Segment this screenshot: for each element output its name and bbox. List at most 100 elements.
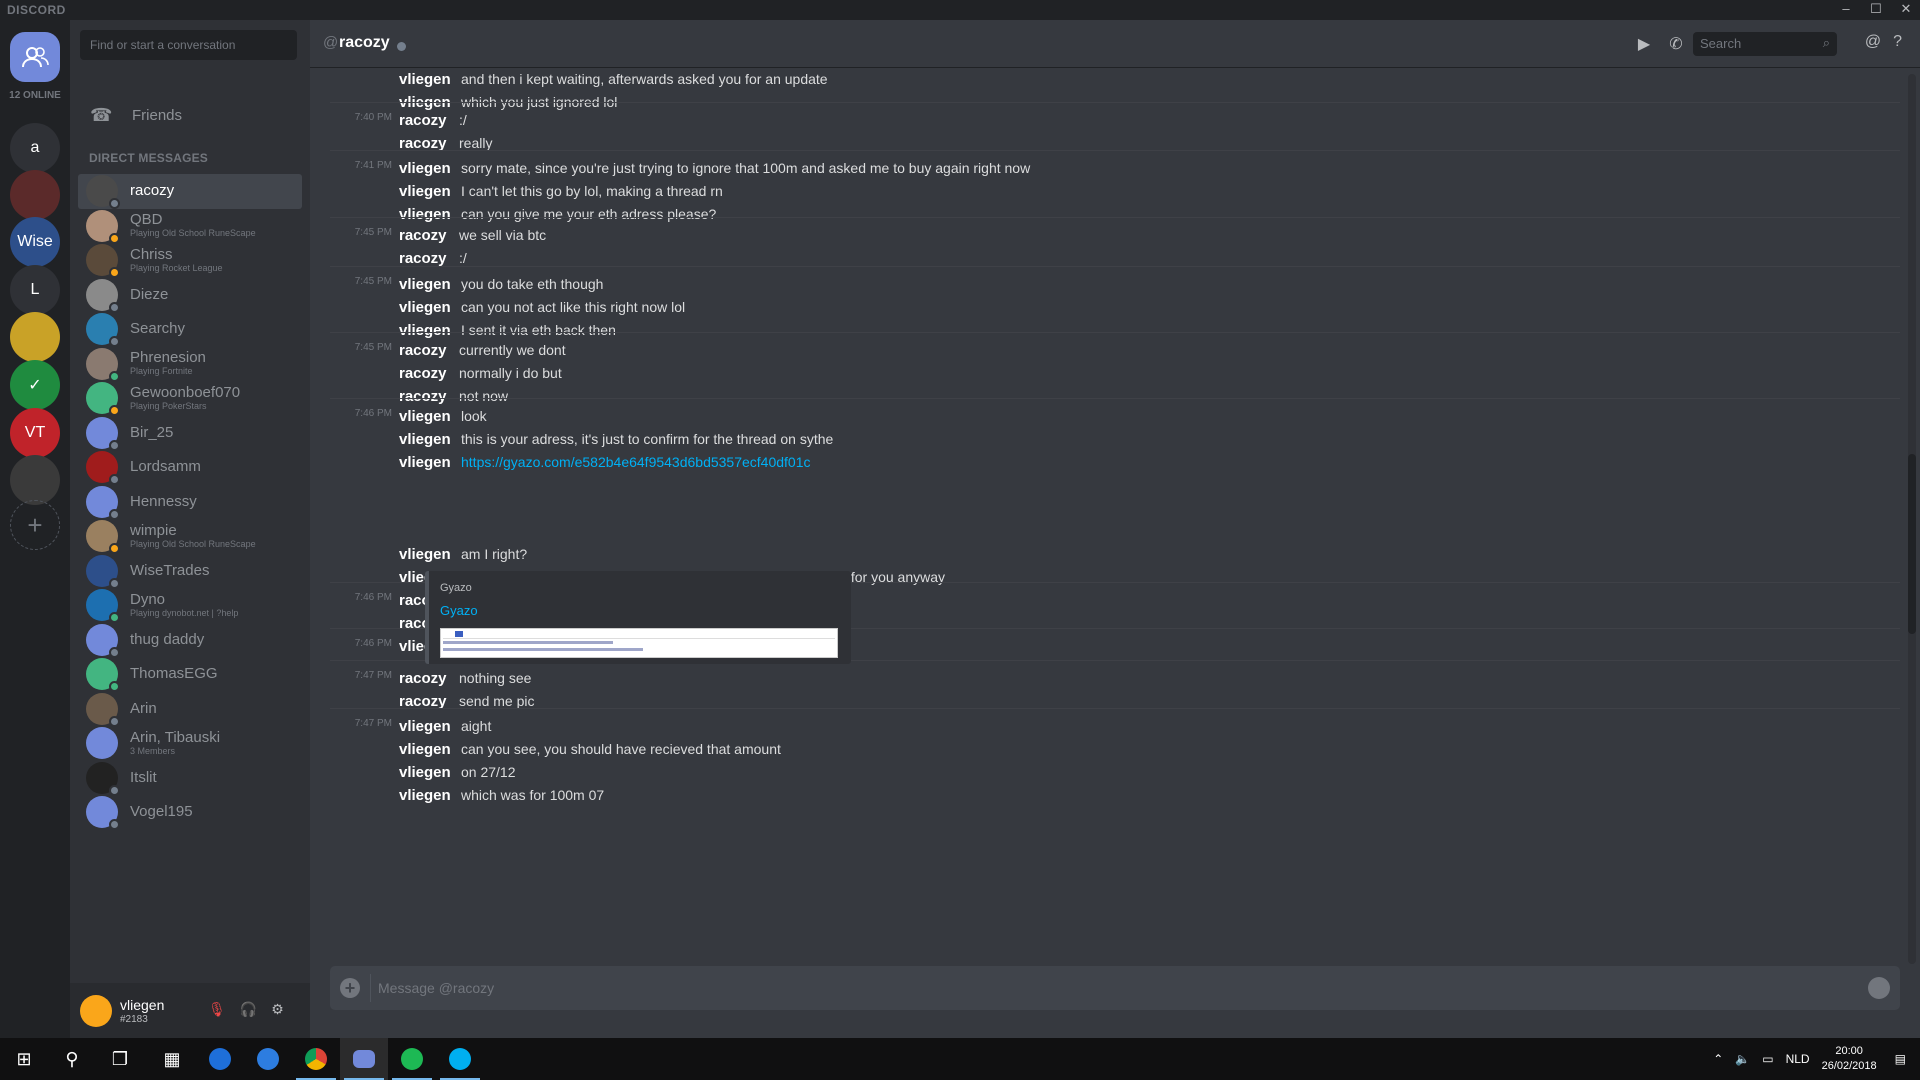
- message-text: you do take eth though: [461, 276, 604, 292]
- dm-name: QBD: [130, 211, 163, 229]
- clock[interactable]: 20:00 26/02/2018: [1822, 1044, 1877, 1074]
- voice-call-icon[interactable]: ✆: [1666, 34, 1686, 54]
- dm-item[interactable]: Itslit: [78, 761, 302, 796]
- message-scrollbar[interactable]: [1908, 74, 1916, 964]
- message-author[interactable]: vliegen: [399, 784, 451, 807]
- server-icon[interactable]: Wise: [10, 217, 60, 267]
- conversation-search-input[interactable]: Find or start a conversation: [80, 30, 297, 60]
- minimize-icon[interactable]: –: [1838, 1, 1854, 17]
- maximize-icon[interactable]: ☐: [1868, 1, 1884, 17]
- avatar: [86, 485, 120, 520]
- message-author[interactable]: vliegen: [399, 738, 451, 761]
- dm-item[interactable]: Dieze: [78, 278, 302, 313]
- message-search-input[interactable]: Search ⌕: [1693, 32, 1837, 56]
- mentions-icon[interactable]: @: [1865, 33, 1881, 51]
- dm-item[interactable]: Arin, Tibauski 3 Members: [78, 726, 302, 761]
- message-author[interactable]: vliegen: [399, 428, 451, 451]
- scrollbar-thumb[interactable]: [1908, 454, 1916, 634]
- network-icon[interactable]: ▭: [1762, 1052, 1773, 1066]
- video-call-icon[interactable]: ▶: [1634, 34, 1654, 54]
- dm-item[interactable]: Arin: [78, 692, 302, 727]
- settings-gear-icon[interactable]: ⚙: [271, 1001, 284, 1018]
- dm-item[interactable]: wimpie Playing Old School RuneScape: [78, 519, 302, 555]
- dm-item[interactable]: Lordsamm: [78, 450, 302, 486]
- headphones-icon[interactable]: 🎧: [240, 1001, 257, 1018]
- volume-icon[interactable]: 🔈: [1735, 1052, 1750, 1066]
- message-author[interactable]: vliegen: [399, 157, 451, 180]
- dm-activity: Playing Old School RuneScape: [130, 538, 256, 549]
- emoji-picker-icon[interactable]: [1868, 977, 1890, 999]
- input-language[interactable]: NLD: [1786, 1052, 1810, 1066]
- message-author[interactable]: vliegen: [399, 180, 451, 203]
- message: racozy currently we dont: [330, 339, 1830, 362]
- skype-icon[interactable]: [436, 1038, 484, 1080]
- server-icon[interactable]: VT: [10, 408, 60, 458]
- message-author[interactable]: racozy: [399, 667, 447, 690]
- message-author[interactable]: vliegen: [399, 296, 451, 319]
- server-icon[interactable]: ✓: [10, 360, 60, 410]
- message-author[interactable]: racozy: [399, 362, 447, 385]
- embed-title-link[interactable]: Gyazo: [440, 603, 478, 618]
- mute-microphone-icon[interactable]: 🎙: [208, 1001, 226, 1018]
- dm-item[interactable]: Searchy: [78, 312, 302, 348]
- home-button[interactable]: [10, 32, 60, 82]
- message-author[interactable]: racozy: [399, 224, 447, 247]
- app-brand: DISCORD: [7, 3, 66, 17]
- add-server-icon[interactable]: +: [10, 500, 60, 550]
- close-icon[interactable]: ✕: [1898, 1, 1914, 17]
- message-author[interactable]: vliegen: [399, 451, 451, 474]
- chrome-icon[interactable]: [292, 1038, 340, 1080]
- app-bluestacks-icon[interactable]: [244, 1038, 292, 1080]
- message-link[interactable]: https://gyazo.com/e582b4e64f9543d6bd5357…: [461, 451, 811, 474]
- server-icon[interactable]: [10, 170, 60, 220]
- server-icon[interactable]: L: [10, 265, 60, 315]
- status-indicator: [109, 336, 120, 348]
- message-author[interactable]: racozy: [399, 109, 447, 132]
- message-author[interactable]: vliegen: [399, 543, 451, 566]
- server-icon[interactable]: [10, 312, 60, 362]
- dm-item[interactable]: Hennessy: [78, 485, 302, 520]
- message-input[interactable]: [378, 976, 1838, 1000]
- friends-link[interactable]: ☎ Friends: [78, 95, 302, 135]
- app-blue-icon[interactable]: [196, 1038, 244, 1080]
- dm-item[interactable]: thug daddy: [78, 623, 302, 658]
- avatar: [86, 658, 120, 693]
- direct-messages-header: DIRECT MESSAGES: [89, 151, 209, 165]
- dm-item[interactable]: Chriss Playing Rocket League: [78, 243, 302, 279]
- calculator-icon[interactable]: ▦: [148, 1038, 196, 1080]
- notifications-icon[interactable]: ▤: [1895, 1052, 1906, 1066]
- message-author[interactable]: racozy: [399, 339, 447, 362]
- windows-start-icon[interactable]: ⊞: [0, 1038, 48, 1080]
- dm-item[interactable]: Gewoonboef070 Playing PokerStars: [78, 381, 302, 417]
- spotify-icon[interactable]: [388, 1038, 436, 1080]
- help-icon[interactable]: ?: [1893, 33, 1902, 51]
- dm-item[interactable]: Vogel195: [78, 795, 302, 831]
- dm-item[interactable]: QBD Playing Old School RuneScape: [78, 209, 302, 244]
- window-controls: – ☐ ✕: [1838, 1, 1914, 17]
- dm-item[interactable]: racozy: [78, 174, 302, 210]
- task-view-icon[interactable]: ❐: [96, 1038, 144, 1080]
- upload-plus-icon[interactable]: +: [340, 978, 360, 998]
- dm-item[interactable]: Phrenesion Playing Fortnite: [78, 347, 302, 382]
- chat-header: @ racozy ▶ ✆ 📌 👤 Search ⌕ @ ?: [310, 20, 1920, 68]
- tray-expand-icon[interactable]: ⌃: [1713, 1052, 1723, 1066]
- search-taskbar-icon[interactable]: ⚲: [48, 1038, 96, 1080]
- dm-name: Bir_25: [130, 423, 174, 441]
- dm-item[interactable]: ThomasEGG: [78, 657, 302, 693]
- message-author[interactable]: vliegen: [399, 405, 451, 428]
- dm-item[interactable]: Bir_25: [78, 416, 302, 451]
- message-author[interactable]: vliegen: [399, 273, 451, 296]
- server-icon[interactable]: [10, 455, 60, 505]
- message-author[interactable]: vliegen: [399, 715, 451, 738]
- discord-taskbar-icon[interactable]: [340, 1038, 388, 1080]
- server-icon[interactable]: a: [10, 123, 60, 173]
- message-author[interactable]: vliegen: [399, 68, 451, 91]
- message-author[interactable]: vliegen: [399, 761, 451, 784]
- title-bar: DISCORD – ☐ ✕: [0, 0, 1920, 20]
- embed-thumbnail[interactable]: [440, 628, 838, 658]
- dm-item[interactable]: WiseTrades: [78, 554, 302, 589]
- dm-item[interactable]: Dyno Playing dynobot.net | ?help: [78, 588, 302, 624]
- dm-name: Vogel195: [130, 803, 193, 821]
- status-indicator: [109, 681, 120, 693]
- user-avatar[interactable]: [80, 995, 112, 1027]
